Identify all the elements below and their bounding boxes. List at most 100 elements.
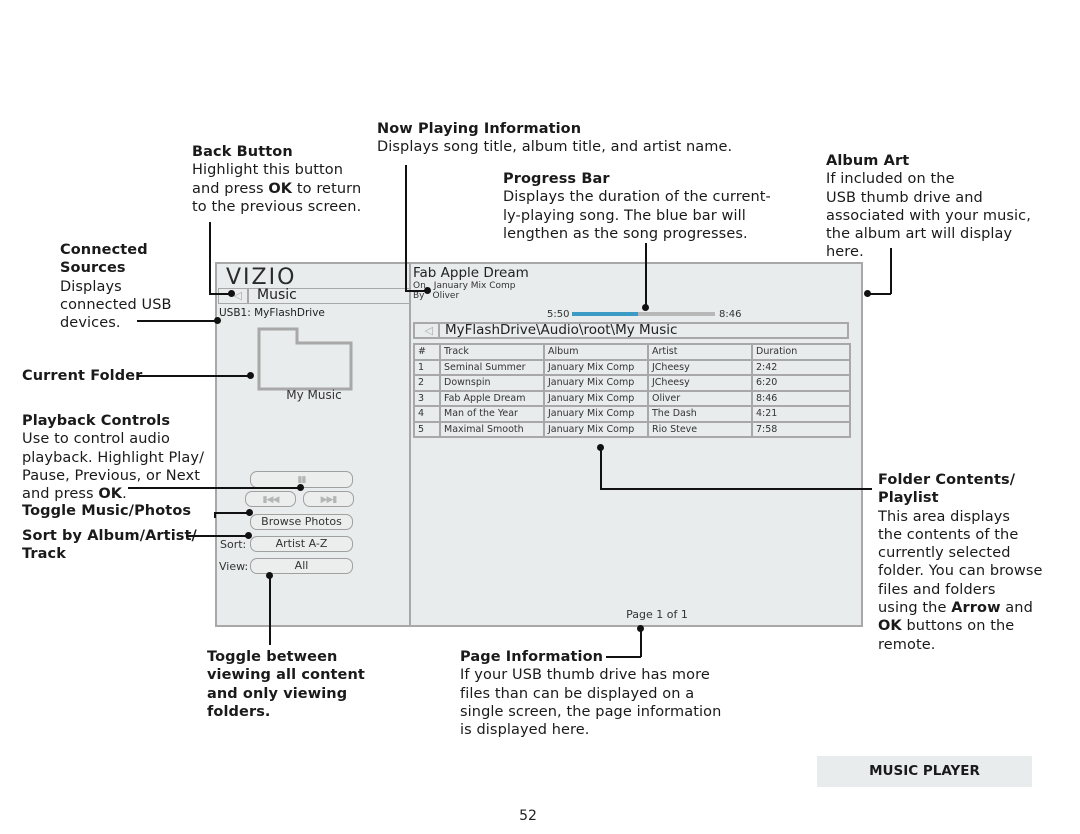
leader-dot <box>245 532 252 539</box>
music-player-screen: VIZIO ◁ Music USB1: MyFlashDrive My Musi… <box>215 262 863 627</box>
column-header[interactable]: Duration <box>751 343 851 361</box>
table-cell: January Mix Comp <box>543 389 649 407</box>
browse-photos-button[interactable]: Browse Photos <box>250 514 353 530</box>
table-cell: 1 <box>413 358 441 376</box>
table-cell: Oliver <box>647 389 753 407</box>
callout-text: using the <box>878 600 952 617</box>
leader-dot <box>424 287 431 294</box>
callout-text: lengthen as the song progresses. <box>503 225 748 242</box>
leader-line <box>187 535 249 537</box>
back-button[interactable]: ◁ Music <box>218 287 410 304</box>
table-cell: 3 <box>413 389 441 407</box>
callout-text: single screen, the page information <box>460 703 722 720</box>
leader-dot <box>228 290 235 297</box>
callout-text: folder. You can browse <box>878 563 1043 580</box>
leader-line <box>890 248 892 294</box>
table-cell: 7:58 <box>751 420 851 438</box>
callout-text: If included on the <box>826 171 955 188</box>
back-button-label: Music <box>257 287 297 303</box>
table-cell: January Mix Comp <box>543 358 649 376</box>
callout-text: USB thumb drive and <box>826 189 983 206</box>
callout-title: Track <box>22 546 66 563</box>
callout-title: Page Information <box>460 649 604 665</box>
callout-text: and press <box>192 180 269 197</box>
callout-title: Toggle Music/Photos <box>22 503 192 519</box>
table-cell: January Mix Comp <box>543 374 649 392</box>
callout-text: Use to control audio <box>22 431 170 448</box>
path-bar[interactable]: ◁ MyFlashDrive\Audio\root\My Music <box>413 322 849 339</box>
folder-name: My Music <box>286 388 342 402</box>
leader-line <box>214 512 250 514</box>
table-cell: January Mix Comp <box>543 405 649 423</box>
table-cell: JCheesy <box>647 374 753 392</box>
column-header[interactable]: Track <box>439 343 545 361</box>
callout-text: is displayed here. <box>460 722 590 739</box>
leader-line <box>128 487 301 489</box>
progress-bar <box>572 312 715 316</box>
callout-text: and <box>1000 600 1033 617</box>
callout-text: connected USB <box>60 296 172 313</box>
folder-icon[interactable] <box>257 327 353 391</box>
table-cell: 8:46 <box>751 389 851 407</box>
callout-title: Connected <box>60 242 148 258</box>
page-info: Page 1 of 1 <box>626 608 688 621</box>
leader-line <box>137 375 251 377</box>
callout-connected-sources: Connected Sources Displays connected USB… <box>60 241 172 332</box>
table-row[interactable]: 3 Fab Apple Dream January Mix Comp Oliver 8:… <box>413 389 851 407</box>
callout-back-button: Back Button Highlight this button and pr… <box>192 143 361 216</box>
table-row[interactable]: 4 Man of the Year January Mix Comp The Dash… <box>413 405 851 423</box>
callout-title: Now Playing Information <box>377 121 582 137</box>
table-row[interactable]: 5 Maximal Smooth January Mix Comp Rio Steve… <box>413 420 851 438</box>
callout-text: This area displays <box>878 508 1011 525</box>
callout-title: Sort by Album/Artist/ <box>22 528 197 544</box>
table-row[interactable]: 2 Downspin January Mix Comp JCheesy 6:20 <box>413 374 851 392</box>
table-row[interactable]: 1 Seminal Summer January Mix Comp JCheesy 2:… <box>413 358 851 376</box>
callout-text: Pause, Previous, or Next <box>22 467 200 484</box>
leader-line <box>640 629 642 657</box>
next-button[interactable]: ▶▶▮ <box>303 491 354 507</box>
usb-source-label[interactable]: USB1: MyFlashDrive <box>219 307 325 319</box>
callout-text: the album art will display <box>826 226 1013 243</box>
callout-text: If your USB thumb drive has more <box>460 667 710 684</box>
by-label: By <box>413 291 425 301</box>
view-button[interactable]: All <box>250 558 353 574</box>
column-header[interactable]: Artist <box>647 343 753 361</box>
leader-line <box>269 575 271 645</box>
callout-title: Playlist <box>878 490 939 507</box>
previous-button[interactable]: ▮◀◀ <box>245 491 296 507</box>
table-cell: 2:42 <box>751 358 851 376</box>
callout-keyword: Arrow <box>951 600 1001 617</box>
table-cell: Rio Steve <box>647 420 753 438</box>
column-header[interactable]: # <box>413 343 441 361</box>
leader-line <box>606 656 641 658</box>
table-cell: The Dash <box>647 405 753 423</box>
track-table: # Track Album Artist Duration 1 Seminal S… <box>413 343 851 438</box>
callout-title: Toggle between <box>207 649 338 665</box>
callout-title: Progress Bar <box>503 171 610 187</box>
callout-title: Playback Controls <box>22 413 171 429</box>
callout-text: devices. <box>60 315 121 332</box>
table-header-row: # Track Album Artist Duration <box>413 343 851 361</box>
leader-dot <box>247 372 254 379</box>
callout-text: here. <box>826 244 864 261</box>
leader-line <box>405 165 407 291</box>
column-header[interactable]: Album <box>543 343 649 361</box>
table-cell: 4:21 <box>751 405 851 423</box>
section-label: MUSIC PLAYER <box>817 756 1032 787</box>
table-cell: 4 <box>413 405 441 423</box>
table-cell: Fab Apple Dream <box>439 389 545 407</box>
leader-line <box>209 222 211 294</box>
progress-fill <box>572 312 638 316</box>
callout-text: Highlight this button <box>192 162 344 179</box>
table-cell: January Mix Comp <box>543 420 649 438</box>
leader-dot <box>266 572 273 579</box>
sort-button[interactable]: Artist A-Z <box>250 536 353 552</box>
callout-text: playback. Highlight Play/ <box>22 449 205 466</box>
leader-line <box>600 488 872 490</box>
next-icon: ▶▶▮ <box>320 495 338 505</box>
leader-line <box>600 447 602 489</box>
callout-text: Displays song title, album title, and ar… <box>377 139 733 156</box>
callout-text: and press <box>22 486 99 503</box>
callout-toggle-music-photos: Toggle Music/Photos <box>22 502 191 520</box>
triangle-left-icon[interactable]: ◁ <box>415 324 440 337</box>
